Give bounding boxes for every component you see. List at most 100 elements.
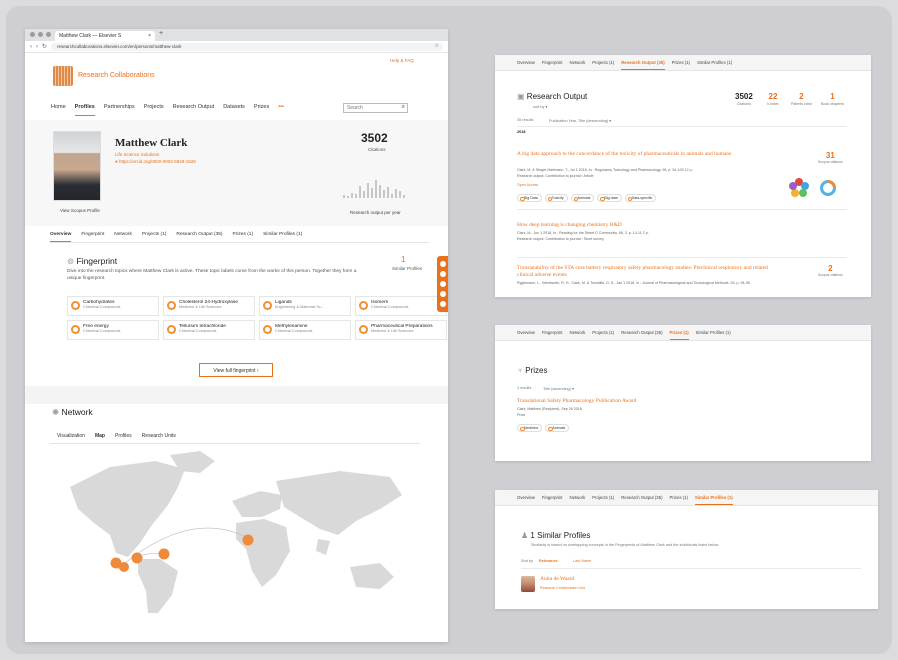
subtab-3[interactable]: Projects (1) [142, 232, 167, 242]
concept-card[interactable]: Isomers Chemical Compounds [355, 296, 447, 316]
panel-tab-3[interactable]: Projects (1) [592, 330, 614, 340]
concept-chip[interactable]: Big Data [517, 194, 542, 202]
map-marker[interactable] [119, 562, 129, 572]
panel-tab-5[interactable]: Prizes (1) [670, 495, 688, 505]
close-tab-icon[interactable]: × [148, 33, 151, 39]
sort-relevance[interactable]: Relevance [539, 559, 558, 563]
panel-tab-2[interactable]: Network [569, 495, 585, 505]
orcid-link[interactable]: https://orcid.org/0000-0002-5948-1528 [119, 159, 196, 164]
divider [517, 126, 847, 127]
linkedin-icon[interactable] [439, 291, 446, 297]
view-fingerprint-button[interactable]: View full fingerprint › [199, 363, 273, 377]
concept-card[interactable]: Methylenamine Chemical Compounds [259, 320, 351, 340]
sort-last-name[interactable]: Last Name [573, 559, 591, 563]
plumx-donut-icon[interactable] [819, 179, 837, 197]
nav-item-4[interactable]: Research Output [173, 104, 215, 116]
nav-item-5[interactable]: Datasets [223, 104, 245, 116]
panel-tab-0[interactable]: Overview [517, 330, 535, 340]
nav-item-6[interactable]: Prizes [254, 104, 269, 116]
altmetric-flower-icon[interactable] [787, 177, 811, 199]
panel-tab-0[interactable]: Overview [517, 60, 535, 70]
profile-orcid[interactable]: ● https://orcid.org/0000-0002-5948-1528 [115, 159, 196, 164]
back-icon[interactable]: ‹ [30, 44, 32, 50]
url-field[interactable]: researchcollaborations.elsevier.com/en/p… [51, 42, 443, 51]
subtab-1[interactable]: Fingerprint [81, 232, 104, 242]
concept-chip[interactable]: Medicine [517, 424, 543, 432]
panel-tab-6[interactable]: Similar Profiles (1) [694, 495, 733, 505]
panel-tab-2[interactable]: Network [569, 330, 585, 340]
facebook-icon[interactable] [439, 271, 446, 277]
nav-item-0[interactable]: Home [51, 104, 66, 116]
concept-chip[interactable]: Data-specific [624, 194, 657, 202]
scopus-profile-link[interactable]: View Scopus Profile [60, 208, 100, 213]
panel-tab-4[interactable]: Research Output (35) [621, 330, 662, 340]
twitter-icon[interactable] [439, 281, 446, 287]
network-map[interactable] [50, 447, 416, 613]
panel-tab-3[interactable]: Projects (1) [592, 495, 614, 505]
panel-tab-6[interactable]: Similar Profiles (1) [696, 330, 731, 340]
email-icon[interactable] [439, 301, 446, 307]
nav-item-7[interactable]: ••• [278, 104, 284, 116]
panel-tab-5[interactable]: Prizes (1) [669, 330, 689, 340]
elsevier-logo[interactable] [53, 66, 73, 86]
new-tab-button[interactable]: + [159, 30, 163, 37]
output-item-title[interactable]: A big data approach to the concordance o… [517, 151, 767, 158]
panel-tab-0[interactable]: Overview [517, 495, 535, 505]
subtab-4[interactable]: Research Output (35) [176, 232, 222, 242]
window-controls[interactable] [30, 32, 51, 37]
panel-tab-1[interactable]: Fingerprint [542, 495, 563, 505]
panel-tab-1[interactable]: Fingerprint [542, 60, 563, 70]
prize-award-title[interactable]: Translational Safety Pharmacology Public… [517, 398, 636, 405]
subtab-2[interactable]: Network [114, 232, 132, 242]
panel-tab-6[interactable]: Similar Profiles (1) [697, 60, 732, 70]
output-sort[interactable]: sort by ▾ [533, 104, 547, 109]
reload-icon[interactable]: ↻ [42, 43, 47, 50]
subtab-5[interactable]: Prizes (1) [233, 232, 254, 242]
concept-chip[interactable]: Animals [570, 194, 595, 202]
concept-card[interactable]: Ligands Engineering & Materials Sc... [259, 296, 351, 316]
panel-tab-3[interactable]: Projects (1) [592, 60, 614, 70]
nav-item-3[interactable]: Projects [144, 104, 164, 116]
concept-category: Chemical Compounds [275, 329, 313, 333]
map-marker[interactable] [131, 552, 143, 564]
output-sortline[interactable]: Publication Year, Title (descending) ▾ [549, 118, 611, 123]
browser-tab[interactable]: Matthew Clark — Elsevier S × [55, 31, 155, 41]
map-marker[interactable] [242, 534, 254, 546]
forward-icon[interactable]: › [36, 44, 38, 50]
search-input[interactable]: Search ⌕ [343, 103, 408, 113]
nav-item-1[interactable]: Profiles [74, 104, 95, 116]
similar-person-org[interactable]: Research Collaboration Unit [540, 586, 585, 591]
panel-tab-4[interactable]: Research Output (35) [621, 60, 665, 70]
concept-card[interactable]: Carbohydrates Chemical Compounds [67, 296, 159, 316]
nav-item-2[interactable]: Partnerships [104, 104, 135, 116]
search-icon[interactable]: ⌕ [402, 104, 405, 111]
concept-ring-icon [359, 301, 368, 310]
concept-chip[interactable]: Big data [597, 194, 622, 202]
concept-card[interactable]: Tellurium tetrachloride Chemical Compound… [163, 320, 255, 340]
share-icon[interactable] [439, 261, 446, 267]
concept-chip[interactable]: Animals [545, 424, 570, 432]
similar-profiles-label[interactable]: Similar Profiles [392, 266, 422, 271]
scopus-citations: 2 Scopus citations [818, 264, 843, 277]
profile-org[interactable]: Life Science Solutions [115, 152, 159, 157]
concept-card[interactable]: Pharmaceutical Preparations Medicine & Li… [355, 320, 447, 340]
similar-person-name[interactable]: Anita de Waard [540, 576, 574, 583]
panel-tab-5[interactable]: Prizes (1) [672, 60, 690, 70]
panel-tab-2[interactable]: Network [569, 60, 585, 70]
output-item-title[interactable]: How deep learning is changing chemistry … [517, 222, 767, 229]
output-item-title[interactable]: Translatability of the STA core battery … [517, 265, 777, 279]
map-marker[interactable] [158, 548, 170, 560]
url-text: researchcollaborations.elsevier.com/en/p… [57, 43, 182, 49]
subtab-0[interactable]: Overview [50, 232, 72, 242]
concept-card[interactable]: Cholesterol 24-Hydroxylase Medicine & Lif… [163, 296, 255, 316]
panel-tab-1[interactable]: Fingerprint [542, 330, 563, 340]
subtab-6[interactable]: Similar Profiles (1) [263, 232, 302, 242]
panel-tab-4[interactable]: Research Output (35) [621, 495, 662, 505]
bookmark-icon[interactable]: ☆ [435, 43, 439, 49]
concept-card[interactable]: Free energy Chemical Compounds [67, 320, 159, 340]
prizes-sortline[interactable]: Title (ascending) ▾ [543, 386, 574, 391]
similar-profiles-count[interactable]: 1 [401, 255, 405, 264]
brand-title[interactable]: Research Collaborations [78, 72, 155, 79]
stat-label: h-Index [767, 102, 779, 106]
concept-chip[interactable]: Toxicity [544, 194, 568, 202]
